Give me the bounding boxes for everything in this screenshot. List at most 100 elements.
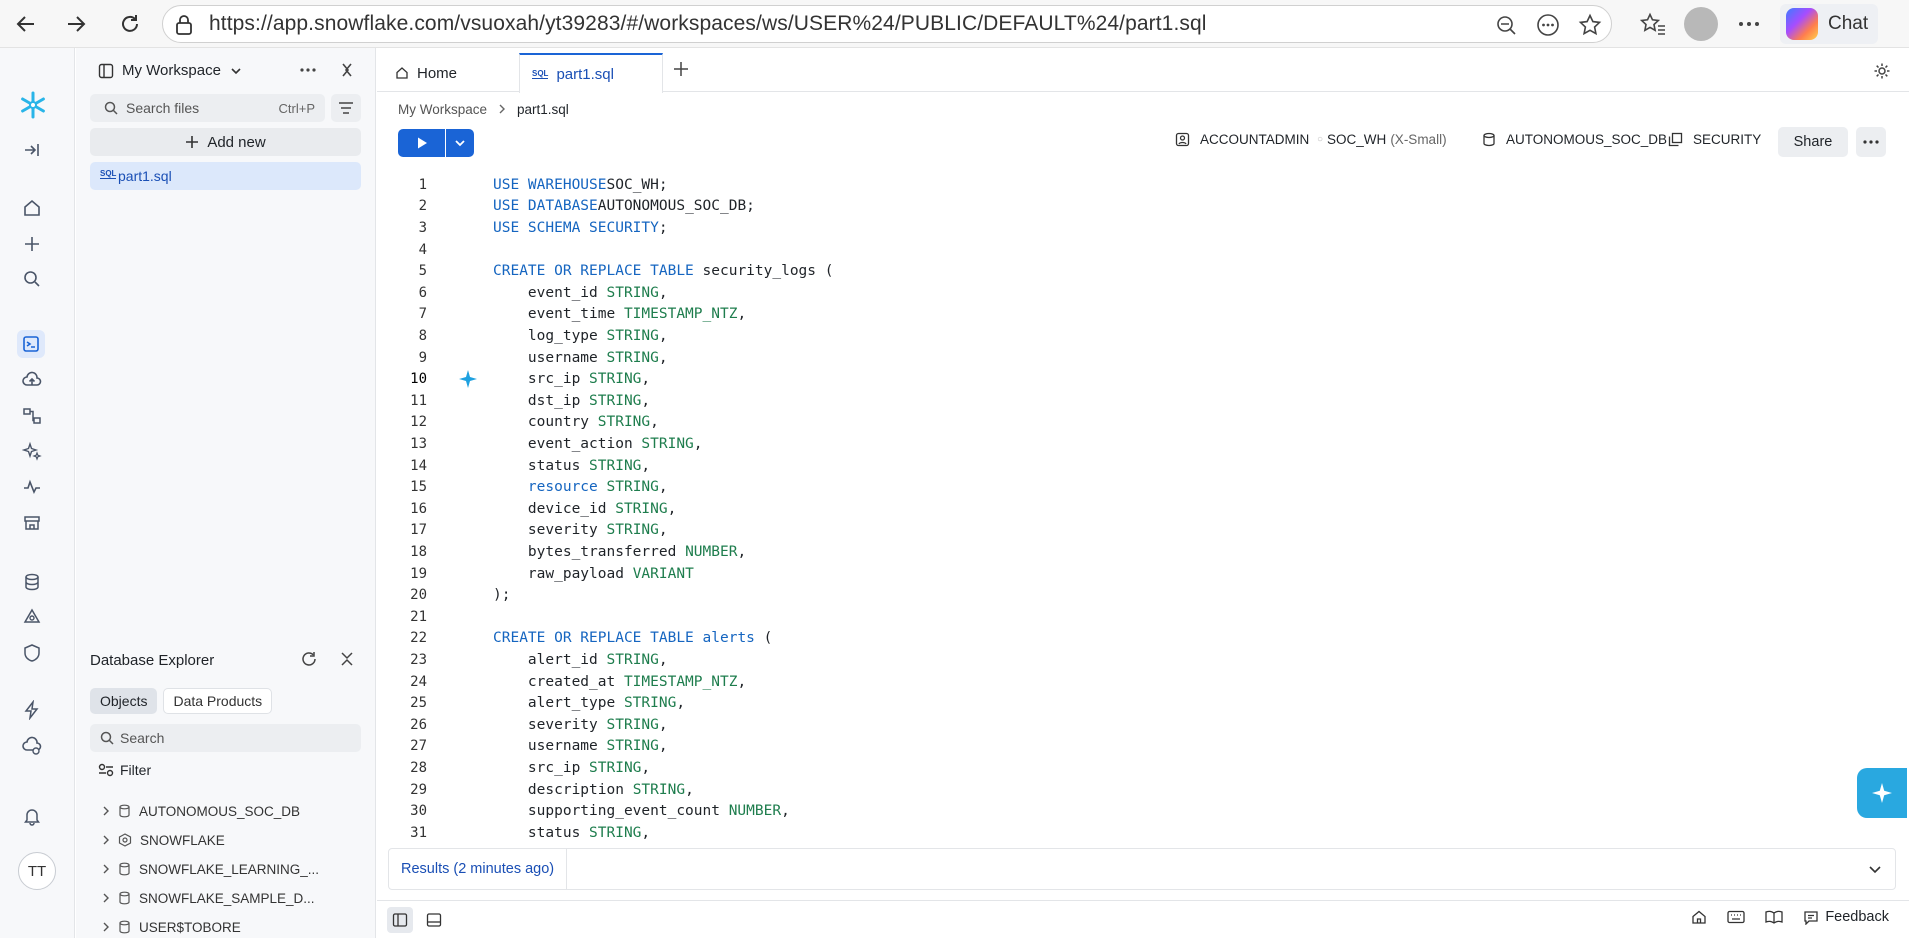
sidebar-layout-icon[interactable] bbox=[387, 907, 413, 933]
code-line: 12 country STRING, bbox=[377, 412, 1777, 434]
share-button[interactable]: Share bbox=[1778, 127, 1848, 157]
chevron-right-icon[interactable] bbox=[102, 834, 110, 846]
tab-objects[interactable]: Objects bbox=[90, 688, 158, 714]
schema-selector[interactable]: SECURITY bbox=[1668, 132, 1761, 147]
favorite-star-icon[interactable] bbox=[1577, 12, 1603, 38]
search-icon bbox=[100, 731, 114, 745]
tab-home[interactable]: Home bbox=[383, 54, 508, 92]
code-text: username STRING, bbox=[493, 349, 668, 366]
copilot-chat-button[interactable]: Chat bbox=[1780, 4, 1879, 44]
governance-shield-icon[interactable] bbox=[20, 641, 44, 665]
compute-bolt-icon[interactable] bbox=[20, 698, 44, 722]
projects-workspaces-icon[interactable] bbox=[17, 330, 45, 358]
warehouse-selector[interactable]: ○ SOC_WH (X-Small) bbox=[1317, 132, 1447, 147]
home-icon[interactable] bbox=[20, 196, 44, 220]
profile-avatar[interactable] bbox=[1684, 7, 1718, 41]
refresh-icon[interactable] bbox=[301, 651, 317, 667]
settings-gear-icon[interactable] bbox=[1873, 62, 1891, 80]
marketplace-icon[interactable] bbox=[20, 511, 44, 535]
filter-label: Filter bbox=[120, 762, 152, 778]
shared-database-icon bbox=[118, 833, 132, 847]
collapse-explorer-icon[interactable] bbox=[339, 651, 355, 667]
zoom-out-icon[interactable] bbox=[1493, 12, 1519, 38]
chevron-right-icon[interactable] bbox=[102, 805, 110, 817]
breadcrumb-workspace[interactable]: My Workspace bbox=[398, 102, 487, 117]
tree-item[interactable]: SNOWFLAKE_LEARNING_... bbox=[102, 858, 319, 880]
code-line: 26 severity STRING, bbox=[377, 714, 1777, 736]
refresh-icon[interactable] bbox=[108, 2, 152, 46]
forward-arrow-icon[interactable] bbox=[54, 2, 98, 46]
bottom-panel-layout-icon[interactable] bbox=[421, 907, 447, 933]
code-line: 22 CREATE OR REPLACE TABLE alerts ( bbox=[377, 628, 1777, 650]
create-plus-icon[interactable] bbox=[20, 232, 44, 256]
close-panel-icon[interactable] bbox=[339, 62, 355, 78]
breadcrumb-file: part1.sql bbox=[517, 102, 569, 117]
tree-item[interactable]: AUTONOMOUS_SOC_DB bbox=[102, 800, 300, 822]
admin-cloud-icon[interactable] bbox=[20, 734, 44, 758]
database-selector[interactable]: AUTONOMOUS_SOC_DB bbox=[1482, 132, 1667, 147]
line-number: 17 bbox=[410, 522, 427, 539]
address-bar[interactable]: https://app.snowflake.com/vsuoxah/yt3928… bbox=[162, 5, 1612, 43]
chevron-down-icon[interactable] bbox=[1867, 861, 1883, 877]
back-arrow-icon[interactable] bbox=[4, 2, 48, 46]
more-tools-icon[interactable] bbox=[1535, 12, 1561, 38]
code-line: 20); bbox=[377, 584, 1777, 606]
tree-item[interactable]: SNOWFLAKE_SAMPLE_D... bbox=[102, 887, 315, 909]
tree-item-label: SNOWFLAKE_SAMPLE_D... bbox=[139, 890, 315, 906]
docs-book-icon[interactable] bbox=[1765, 910, 1783, 924]
tree-item[interactable]: SNOWFLAKE bbox=[102, 829, 225, 851]
new-tab-plus-icon[interactable] bbox=[672, 60, 690, 78]
ai-ml-icon[interactable] bbox=[20, 439, 44, 463]
code-text: USE WAREHOUSESOC_WH; bbox=[493, 176, 668, 193]
browser-menu-icon[interactable] bbox=[1736, 11, 1762, 37]
filter-button[interactable]: Filter bbox=[98, 762, 151, 778]
lock-icon[interactable] bbox=[175, 15, 193, 35]
editor-more-icon[interactable] bbox=[1856, 127, 1886, 157]
tab-data-products[interactable]: Data Products bbox=[163, 688, 273, 714]
code-line: 24 created_at TIMESTAMP_NTZ, bbox=[377, 671, 1777, 693]
sort-filter-button[interactable] bbox=[331, 94, 361, 122]
ingestion-cloud-icon[interactable] bbox=[20, 368, 44, 392]
code-line: 30 supporting_event_count NUMBER, bbox=[377, 800, 1777, 822]
code-text: alert_type STRING, bbox=[493, 695, 686, 712]
data-catalog-icon[interactable] bbox=[20, 570, 44, 594]
favorites-list-icon[interactable] bbox=[1640, 11, 1666, 37]
chevron-right-icon[interactable] bbox=[102, 863, 110, 875]
results-tab[interactable]: Results (2 minutes ago) bbox=[389, 849, 568, 889]
chevron-right-icon[interactable] bbox=[102, 921, 110, 933]
keyboard-icon[interactable] bbox=[1727, 910, 1745, 924]
run-button[interactable] bbox=[398, 129, 445, 157]
run-options-dropdown[interactable] bbox=[446, 129, 474, 157]
search-files-input[interactable]: Search files Ctrl+P bbox=[90, 94, 325, 122]
ai-sparkle-icon[interactable] bbox=[458, 369, 478, 389]
transformation-icon[interactable] bbox=[20, 404, 44, 428]
monitoring-icon[interactable] bbox=[20, 475, 44, 499]
chevron-right-icon[interactable] bbox=[102, 892, 110, 904]
nav-rail: TT bbox=[0, 48, 75, 938]
explorer-search-input[interactable]: Search bbox=[90, 724, 361, 752]
tab-part1-sql[interactable]: SQL part1.sql bbox=[519, 53, 663, 93]
user-avatar[interactable]: TT bbox=[18, 852, 56, 890]
sql-code-editor[interactable]: 1 USE WAREHOUSESOC_WH; 2 USE DATABASEAUTONO… bbox=[377, 172, 1877, 848]
collapse-sidebar-icon[interactable] bbox=[20, 138, 44, 162]
line-number: 9 bbox=[418, 349, 427, 366]
results-panel: Results (2 minutes ago) bbox=[388, 848, 1896, 890]
workspace-more-icon[interactable] bbox=[299, 62, 317, 78]
feedback-button[interactable]: Feedback bbox=[1803, 909, 1889, 925]
add-new-button[interactable]: Add new bbox=[90, 128, 361, 156]
snowflake-logo-icon[interactable] bbox=[18, 90, 48, 120]
tree-item[interactable]: USER$TOBORE bbox=[102, 916, 241, 938]
search-icon[interactable] bbox=[20, 267, 44, 291]
notifications-bell-icon[interactable] bbox=[20, 804, 44, 828]
file-item-part1-sql[interactable]: SQL part1.sql bbox=[90, 162, 361, 190]
copilot-assistant-button[interactable] bbox=[1857, 768, 1907, 818]
chevron-down-icon bbox=[229, 64, 243, 78]
data-sharing-icon[interactable] bbox=[20, 605, 44, 629]
code-text: raw_payload VARIANT bbox=[493, 565, 694, 582]
code-text: src_ip STRING, bbox=[493, 759, 651, 776]
role-selector[interactable]: ACCOUNTADMIN bbox=[1175, 132, 1309, 147]
code-line: 1 USE WAREHOUSESOC_WH; bbox=[377, 174, 1777, 196]
search-files-placeholder: Search files bbox=[126, 100, 200, 116]
workspace-selector[interactable]: My Workspace bbox=[98, 62, 243, 79]
home-icon[interactable] bbox=[1691, 909, 1707, 925]
